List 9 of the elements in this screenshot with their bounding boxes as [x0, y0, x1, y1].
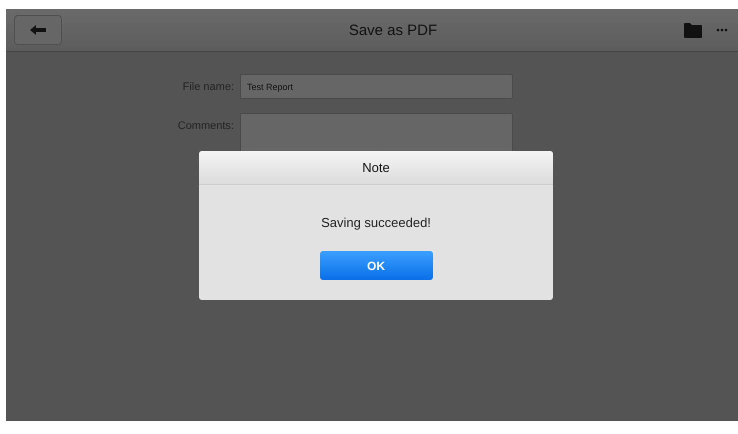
file-name-field[interactable]: Test Report: [240, 74, 513, 99]
back-button[interactable]: [14, 15, 62, 45]
dialog-message: Saving succeeded!: [321, 215, 431, 230]
dialog-title: Note: [199, 151, 553, 185]
more-icon[interactable]: [716, 28, 728, 32]
page-title: Save as PDF: [348, 22, 438, 38]
folder-icon[interactable]: [684, 22, 702, 38]
back-arrow-icon: [30, 25, 46, 35]
ok-button[interactable]: OK: [320, 251, 432, 280]
